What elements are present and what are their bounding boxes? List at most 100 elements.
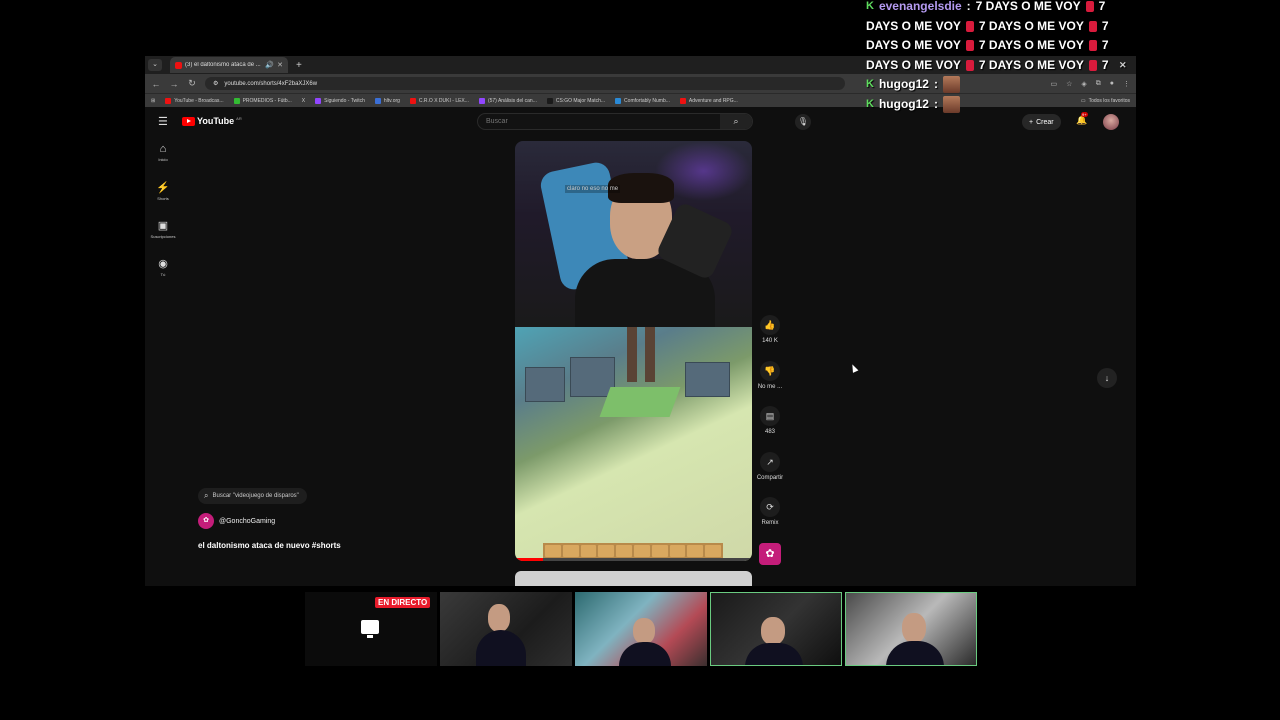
youtube-logo[interactable]: YouTube AR <box>182 116 242 126</box>
search-input[interactable] <box>478 118 720 125</box>
chat-message: K hugog12: <box>866 95 1136 115</box>
notifications-bell-icon[interactable]: 🔔 9+ <box>1076 112 1088 126</box>
mouse-cursor-icon <box>849 363 859 373</box>
chat-message: DAYS O ME VOY 7 DAYS O ME VOY 7 <box>866 57 1109 72</box>
live-badge: EN DIRECTO <box>375 597 431 608</box>
bookmark-item[interactable]: (57) Análisis del can... <box>478 97 537 104</box>
tab-active[interactable]: (3) el daltonismo ataca de ... 🔊 ✕ <box>170 57 288 73</box>
next-short-button[interactable]: ↓ <box>1097 368 1117 388</box>
character-leg <box>627 327 637 382</box>
chat-message: K evenangelsdie: 7 DAYS O ME VOY 7 <box>866 0 1136 17</box>
video-caption: claro no eso no me <box>565 185 621 193</box>
chat-separator: : <box>933 96 938 111</box>
plus-icon: + <box>1029 118 1034 126</box>
tab-search-button[interactable]: ⌄ <box>148 59 162 71</box>
bookmark-item[interactable]: YouTube - Broadcas... <box>165 97 224 104</box>
thumbs-up-icon: 👍 <box>760 315 780 335</box>
stream-canvas: ⌄ (3) el daltonismo ataca de ... 🔊 ✕ + ←… <box>0 0 1280 720</box>
gem-emote-icon <box>1088 59 1097 71</box>
channel-avatar-thumb[interactable]: ✿ <box>759 543 781 565</box>
remix-icon: ⟳ <box>760 497 780 517</box>
short-actions: 👍 140 K 👎 No me ... ▤ 483 ↗ Compartir ⟳ Remix <box>756 315 784 543</box>
kick-badge-icon: K <box>866 97 874 110</box>
grass-block <box>599 387 681 417</box>
next-short-preview[interactable] <box>515 571 752 586</box>
account-avatar[interactable] <box>1103 114 1119 130</box>
create-button[interactable]: + Crear <box>1022 114 1061 130</box>
bookmark-item[interactable]: PROMEDIOS - Fútb... <box>233 97 292 104</box>
guide-item-subscriptions[interactable]: ▣ Suscripciones <box>145 219 181 257</box>
video-progress-bar[interactable] <box>515 558 752 561</box>
channel-avatar: ✿ <box>198 513 214 529</box>
bookmark-item[interactable]: X <box>302 98 305 104</box>
kick-badge-icon: K <box>866 0 874 12</box>
gem-emote-icon <box>1088 40 1097 52</box>
webcam-feed <box>710 592 842 666</box>
dislike-button[interactable]: 👎 No me ... <box>756 360 784 407</box>
bookmark-favicon-icon <box>233 97 240 104</box>
face-emote-icon <box>942 76 960 94</box>
bookmark-item[interactable]: Siguiendo - Twitch <box>315 97 365 104</box>
omnibox[interactable]: ⚙ youtube.com/shorts/4xF2baXJX6w <box>205 77 845 90</box>
close-icon: ✕ <box>1119 60 1127 70</box>
chat-message: DAYS O ME VOY 7 DAYS O ME VOY 7 <box>866 38 1109 52</box>
subscriptions-icon: ▣ <box>157 220 169 232</box>
face-emote-icon <box>942 95 960 113</box>
site-info-icon[interactable]: ⚙ <box>213 80 218 87</box>
home-icon: ⌂ <box>159 143 167 155</box>
guide-item-shorts[interactable]: ⚡ Shorts <box>145 181 181 219</box>
remix-button[interactable]: ⟳ Remix <box>756 497 784 543</box>
comments-button[interactable]: ▤ 483 <box>756 406 784 452</box>
search-box: ⌕ <box>477 113 753 130</box>
voice-search-icon[interactable]: 🎙 <box>795 114 811 130</box>
person-body <box>886 641 944 665</box>
webcam-feed <box>575 592 707 666</box>
short-video-player[interactable]: claro no eso no me <box>515 141 752 561</box>
reload-icon[interactable]: ↻ <box>187 78 197 89</box>
bookmark-item[interactable]: CS:GO Major Match... <box>546 97 605 104</box>
search-suggestion-chip[interactable]: ⌕ Buscar "videojuego de disparos" <box>198 488 307 504</box>
bookmark-favicon-icon <box>165 97 172 104</box>
tab-title: (3) el daltonismo ataca de ... <box>185 62 261 68</box>
share-button[interactable]: ↗ Compartir <box>756 451 784 498</box>
guide-item-you[interactable]: ◉ Tú <box>145 257 181 295</box>
youtube-page: ☰ YouTube AR ⌕ 🎙 + Crear 🔔9+ <box>145 107 1136 586</box>
person-head <box>488 604 510 632</box>
tab-close-icon[interactable]: ✕ <box>277 61 283 69</box>
hamburger-menu-icon[interactable]: ☰ <box>158 115 168 128</box>
gem-emote-icon <box>1088 20 1097 32</box>
speaker-icon[interactable]: 🔊 <box>265 61 274 69</box>
gem-emote-icon <box>965 20 974 32</box>
crate-block <box>685 362 730 397</box>
bookmark-favicon-icon <box>546 97 553 104</box>
thumbs-down-icon: 👎 <box>760 360 780 381</box>
monitor-icon <box>361 620 379 638</box>
mini-guide: ⌂ Inicio ⚡ Shorts ▣ Suscripciones ◉ Tú <box>145 143 181 295</box>
guide-item-home[interactable]: ⌂ Inicio <box>145 143 181 181</box>
channel-row[interactable]: ✿ @GonchoGaming <box>198 513 341 529</box>
forward-icon[interactable]: → <box>169 79 179 89</box>
youtube-play-icon <box>182 116 195 126</box>
bookmark-item[interactable]: Comfortably Numb... <box>615 97 670 104</box>
back-icon[interactable]: ← <box>151 79 161 89</box>
comment-icon: ▤ <box>760 406 780 426</box>
bookmark-favicon-icon <box>315 97 322 104</box>
apps-icon[interactable]: ⊞ <box>151 98 155 104</box>
bookmark-item[interactable]: Adventure and RPG... <box>679 97 738 104</box>
chat-separator: : <box>966 0 971 13</box>
like-button[interactable]: 👍 140 K <box>756 315 784 361</box>
webcam-strip: EN DIRECTO <box>305 592 977 666</box>
short-info: ⌕ Buscar "videojuego de disparos" ✿ @Gonch… <box>198 485 341 550</box>
new-tab-button[interactable]: + <box>296 60 302 71</box>
channel-name: @GonchoGaming <box>219 517 276 525</box>
bookmark-favicon-icon <box>615 97 622 104</box>
webcam-feed <box>845 592 977 666</box>
crate-block <box>525 367 565 402</box>
person-head <box>633 618 655 644</box>
share-icon: ↗ <box>760 451 780 472</box>
search-button[interactable]: ⌕ <box>720 114 752 129</box>
bookmark-item[interactable]: hltv.org <box>374 97 400 104</box>
browser-window: ⌄ (3) el daltonismo ataca de ... 🔊 ✕ + ←… <box>145 56 1136 586</box>
bookmark-item[interactable]: C.R.O X DUKI - LEX... <box>409 97 469 104</box>
shorts-icon: ⚡ <box>156 182 170 194</box>
